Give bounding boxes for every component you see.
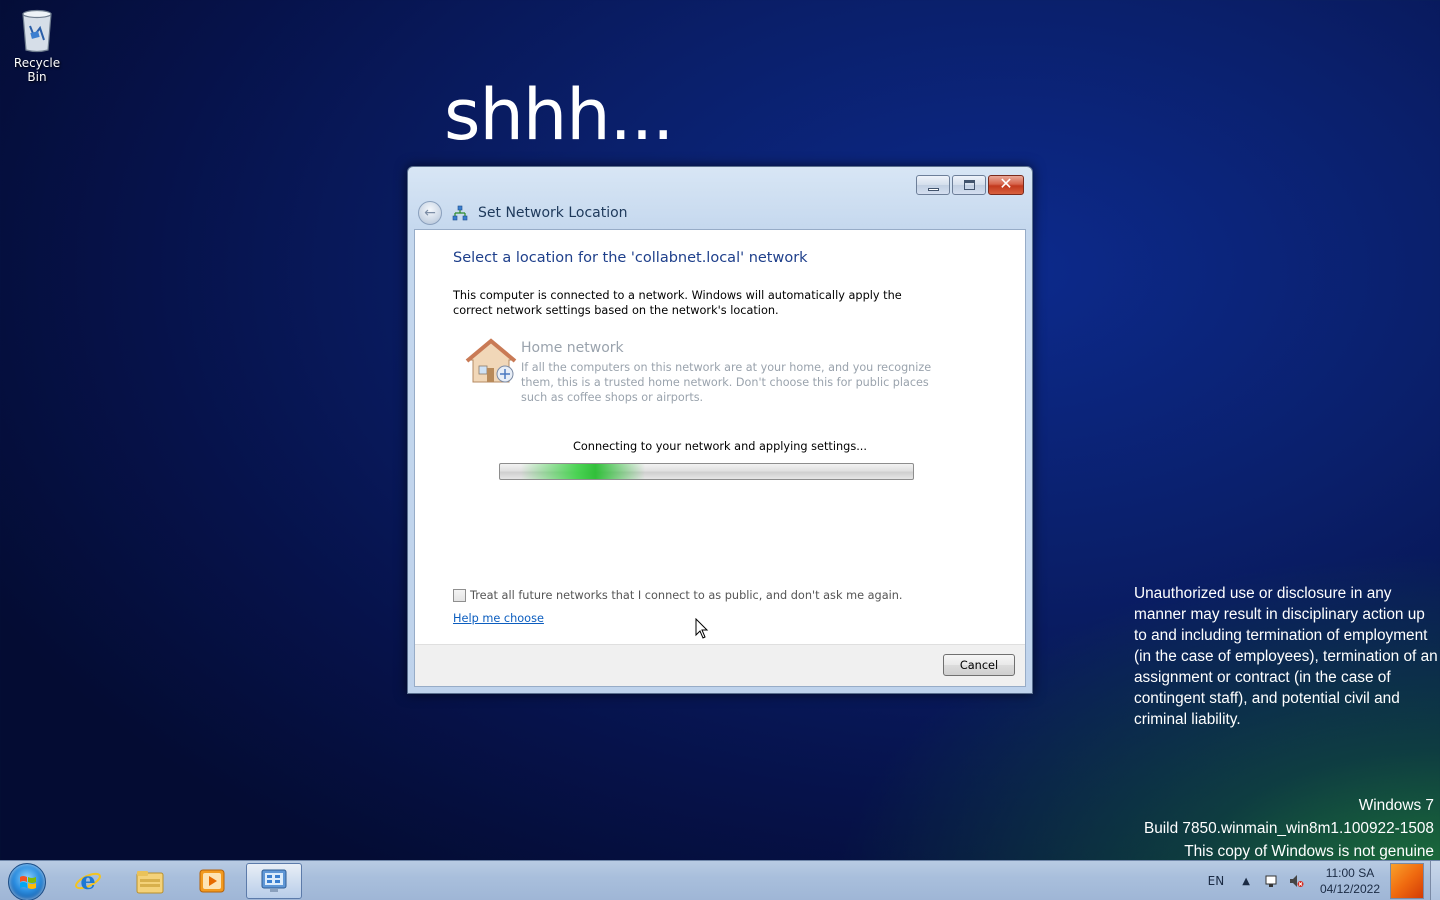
start-button[interactable] [8, 863, 46, 900]
volume-muted-icon[interactable] [1288, 873, 1304, 889]
watermark-line-2: Build 7850.winmain_win8m1.100922-1508 [1143, 820, 1434, 837]
minimize-icon [928, 188, 939, 191]
taskbar: e EN ▲ 11:00 SA 04/12/2022 [0, 860, 1440, 900]
home-network-title: Home network [521, 340, 624, 356]
dialog-heading: Select a location for the 'collabnet.loc… [453, 250, 808, 266]
watermark-line-1: Windows 7 [1358, 797, 1434, 814]
close-icon: ✕ [999, 174, 1013, 193]
media-player-icon [199, 869, 225, 893]
language-indicator[interactable]: EN [1208, 874, 1225, 888]
taskbar-internet-explorer[interactable]: e [60, 863, 116, 899]
clock[interactable]: 11:00 SA 04/12/2022 [1320, 865, 1380, 897]
minimize-button[interactable] [916, 175, 950, 195]
back-arrow-icon: ← [424, 205, 436, 221]
set-network-location-window: ✕ ← Set Network Location Select a locati… [407, 166, 1033, 694]
taskbar-media-player[interactable] [184, 863, 240, 899]
network-icon [452, 205, 468, 221]
dialog-content: Select a location for the 'collabnet.loc… [414, 229, 1026, 687]
progress-bar [499, 463, 914, 480]
clock-date: 04/12/2022 [1319, 882, 1380, 896]
treat-public-checkbox[interactable] [453, 589, 466, 602]
internet-explorer-icon: e [75, 867, 101, 895]
treat-public-checkbox-row[interactable]: Treat all future networks that I connect… [453, 589, 903, 602]
back-button[interactable]: ← [418, 201, 442, 225]
network-control-panel-icon [261, 869, 287, 892]
maximize-button[interactable] [952, 175, 986, 195]
help-me-choose-link[interactable]: Help me choose [453, 612, 544, 625]
svg-text:e: e [80, 867, 95, 895]
progress-status-text: Connecting to your network and applying … [573, 440, 867, 453]
treat-public-checkbox-label: Treat all future networks that I connect… [470, 589, 903, 602]
system-tray: EN ▲ 11:00 SA 04/12/2022 [1208, 861, 1440, 900]
recycle-bin-icon [18, 6, 56, 54]
home-network-option[interactable]: Home network If all the computers on thi… [465, 338, 945, 408]
show-desktop-button[interactable] [1430, 861, 1440, 900]
user-tile-thumbnail[interactable] [1390, 863, 1424, 899]
disclaimer-text: Unauthorized use or disclosure in any ma… [1134, 585, 1438, 728]
house-network-icon [465, 338, 517, 383]
taskbar-network-control-panel[interactable] [246, 863, 302, 899]
recycle-bin-desktop-icon[interactable]: Recycle Bin [4, 6, 70, 84]
windows-explorer-icon [136, 871, 164, 894]
recycle-bin-label: Recycle Bin [13, 56, 61, 84]
wallpaper-title: shhh... [444, 74, 674, 156]
close-button[interactable]: ✕ [988, 174, 1024, 195]
maximize-icon [964, 180, 975, 190]
windows-watermark: Windows 7 Build 7850.winmain_win8m1.1009… [1144, 794, 1434, 863]
navigation-bar: ← Set Network Location [418, 201, 628, 225]
window-title: Set Network Location [478, 205, 628, 221]
clock-time: 11:00 SA [1325, 866, 1375, 880]
window-controls: ✕ [916, 174, 1024, 195]
mouse-pointer-icon [695, 618, 709, 639]
cancel-button[interactable]: Cancel [943, 654, 1015, 676]
action-center-flag-icon[interactable] [1264, 873, 1280, 889]
dialog-intro: This computer is connected to a network.… [453, 289, 902, 317]
home-network-description: If all the computers on this network are… [521, 361, 932, 404]
dialog-footer: Cancel [415, 644, 1025, 686]
progress-bar-marquee [520, 464, 645, 479]
taskbar-windows-explorer[interactable] [122, 863, 178, 899]
windows-flag-icon [20, 876, 36, 889]
show-hidden-icons-button[interactable]: ▲ [1242, 876, 1250, 887]
